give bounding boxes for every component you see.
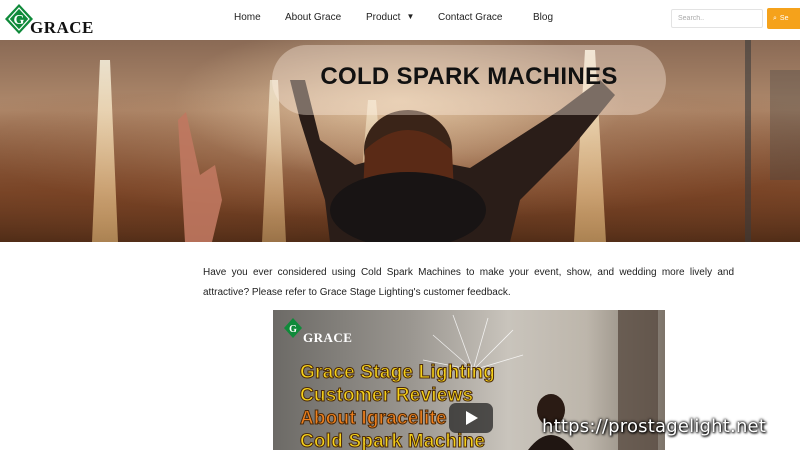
video-title-line: Grace Stage Lighting <box>299 362 496 384</box>
nav-item-about[interactable]: About Grace <box>285 12 341 23</box>
nav-item-product-label: Product <box>366 12 401 23</box>
video-title-line: About Igracelite <box>300 408 448 430</box>
nav-item-contact[interactable]: Contact Grace <box>438 12 502 23</box>
video-title-line-2: Customer Reviews <box>299 385 474 407</box>
site-header: G GRACE Home About Grace Product ▼ Contac… <box>0 0 800 40</box>
video-title-line: Customer Reviews <box>299 385 474 407</box>
nav-item-home[interactable]: Home <box>234 12 261 23</box>
intro-paragraph: Have you ever considered using Cold Spar… <box>203 267 734 298</box>
video-title-line-4: Cold Spark Machine <box>299 431 486 450</box>
search-input[interactable] <box>671 9 763 28</box>
video-logo-text: GRACE <box>303 330 353 345</box>
caret-down-icon: ▼ <box>406 12 415 21</box>
video-title-line: Cold Spark Machine <box>299 431 486 450</box>
svg-text:G: G <box>289 324 297 335</box>
video-title-line-1: Grace Stage Lighting <box>299 362 496 384</box>
play-button[interactable] <box>449 403 493 433</box>
search-button[interactable]: ⌕ Se <box>767 8 800 29</box>
video-title-line-3: About Igracelite <box>300 408 448 430</box>
nav-item-product[interactable]: Product ▼ <box>366 12 414 23</box>
hero-banner: COLD SPARK MACHINES <box>0 40 800 242</box>
watermark-text: https://prostagelight.net <box>542 416 767 437</box>
search-icon: ⌕ <box>773 14 777 22</box>
hero-title: COLD SPARK MACHINES <box>320 63 618 90</box>
search-button-label: Se <box>779 14 789 22</box>
nav-item-blog[interactable]: Blog <box>533 12 553 23</box>
